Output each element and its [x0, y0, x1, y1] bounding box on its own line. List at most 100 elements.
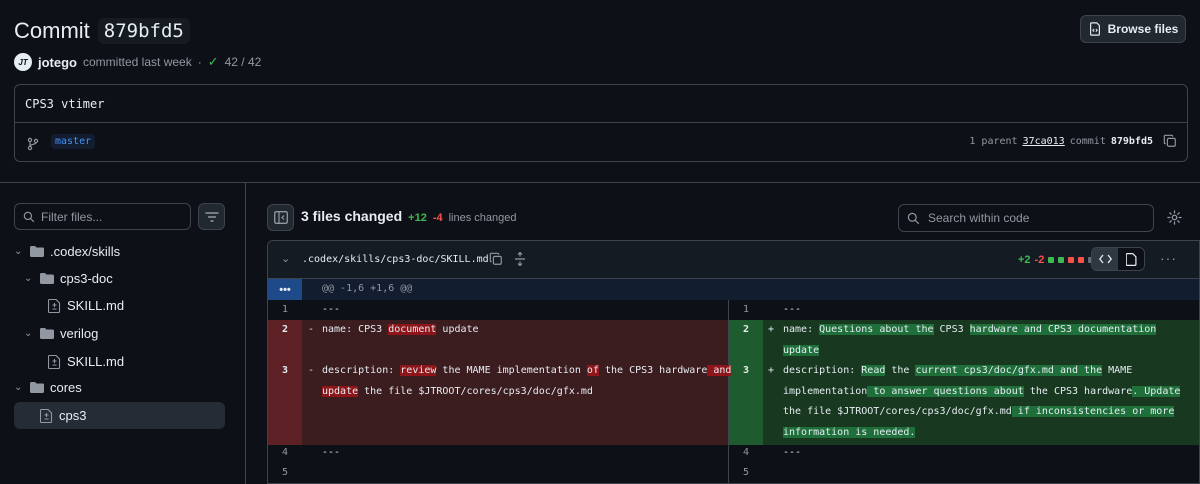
tree-file-cps3[interactable]: cps3 [14, 402, 225, 429]
search-within-code-input[interactable]: Search within code [898, 204, 1154, 232]
divider [0, 182, 1200, 183]
code-segment-changed: Read [861, 365, 886, 376]
code-segment-changed: to answer questions about [867, 386, 1024, 397]
diff-deletions: -2 [1034, 254, 1045, 266]
committed-text: committed last week [83, 55, 192, 69]
additions-count: +12 [408, 212, 427, 224]
folder-icon [40, 328, 54, 339]
code-segment: the CPS3 hardware [1023, 386, 1133, 397]
line-number[interactable]: 3 [282, 361, 288, 382]
commit-message: CPS3 vtimer [25, 97, 105, 111]
diffstat-block [1058, 257, 1065, 263]
copy-icon[interactable] [1163, 134, 1177, 148]
file-diff-icon [40, 408, 53, 423]
code-segment-changed: information is needed. [783, 427, 916, 438]
code-segment: name: [783, 324, 820, 335]
diff-file-header: ⌄ .codex/skills/cps3-doc/SKILL.md +2 -2 … [268, 241, 1199, 279]
deletions-count: -4 [432, 212, 443, 224]
page-title: Commit 879bfd5 [14, 16, 190, 46]
tree-folder-codex-skills[interactable]: ⌄ .codex/skills [14, 238, 120, 265]
tree-folder-verilog[interactable]: ⌄ verilog [24, 320, 98, 347]
tree-label: cps3-doc [60, 271, 113, 286]
line-number[interactable]: 4 [743, 443, 749, 464]
code-segment-changed: review [400, 365, 437, 376]
tree-file-skill-md[interactable]: SKILL.md [48, 348, 124, 375]
filter-icon [204, 211, 219, 222]
commit-label: commit [1069, 136, 1106, 147]
more-options-icon[interactable]: ··· [1160, 250, 1177, 266]
expand-hunk-button[interactable]: ••• [268, 279, 302, 300]
line-number[interactable]: 5 [282, 463, 288, 483]
chevron-down-icon[interactable]: ⌄ [281, 252, 290, 265]
diffstat-block [1068, 257, 1075, 263]
folder-icon [30, 246, 44, 257]
code-segment: description: [783, 365, 862, 376]
tree-label: cores [50, 380, 82, 395]
parent-label: 1 parent [969, 136, 1018, 147]
tree-label: cps3 [59, 408, 87, 423]
tree-label: SKILL.md [67, 298, 125, 313]
code-segment-changed: Questions about the [819, 324, 934, 335]
code-line: description: review the MAME implementat… [322, 361, 732, 382]
search-icon [23, 211, 35, 222]
gear-icon[interactable] [1167, 210, 1182, 225]
divider [245, 183, 246, 484]
file-diff-icon [48, 298, 61, 313]
parent-sha-link[interactable]: 37ca013 [1023, 136, 1065, 147]
code-line-wrap: the file $JTROOT/cores/cps3/doc/gfx.md i… [783, 402, 1175, 423]
diff-file-path[interactable]: .codex/skills/cps3-doc/SKILL.md [302, 254, 489, 265]
code-line-wrap: information is needed. [783, 423, 916, 444]
lines-changed-label: lines changed [448, 212, 517, 224]
diffstat: +2 -2 [1018, 254, 1095, 266]
code-line: --- [783, 447, 802, 458]
chevron-down-icon: ⌄ [14, 382, 23, 393]
line-number[interactable]: 3 [743, 361, 749, 382]
code-line-wrap: implementation to answer questions about… [783, 382, 1181, 403]
code-view-button[interactable] [1092, 248, 1118, 270]
code-segment: CPS3 [933, 324, 970, 335]
line-number[interactable]: 1 [282, 300, 288, 321]
branch-badge[interactable]: master [51, 134, 96, 149]
divider [15, 122, 1187, 123]
filter-files-input[interactable]: Filter files... [14, 203, 191, 230]
code-segment: the file $JTROOT/cores/cps3/doc/gfx.md [783, 406, 1012, 417]
expand-icon[interactable] [514, 252, 526, 266]
file-view-button[interactable] [1118, 248, 1144, 270]
avatar[interactable]: JT [14, 53, 32, 71]
checks-count[interactable]: 42 / 42 [225, 55, 262, 69]
code-segment: the file $JTROOT/cores/cps3/doc/gfx.md [358, 386, 593, 397]
check-icon[interactable]: ✓ [208, 54, 219, 70]
line-number[interactable]: 1 [743, 300, 749, 321]
tree-folder-cps3-doc[interactable]: ⌄ cps3-doc [24, 265, 113, 292]
file-diff-icon [48, 354, 61, 369]
tree-folder-cores[interactable]: ⌄ cores [14, 374, 82, 401]
folder-icon [30, 382, 44, 393]
commit-header: Commit 879bfd5 Browse files JT jotego co… [0, 0, 1200, 182]
code-segment-changed: document [388, 324, 437, 335]
code-segment: MAME [1102, 365, 1133, 376]
line-number[interactable]: 2 [282, 320, 288, 341]
code-segment: name: CPS3 [322, 324, 389, 335]
code-segment: update [436, 324, 479, 335]
tree-file-skill-md[interactable]: SKILL.md [48, 292, 124, 319]
line-number[interactable]: 4 [282, 443, 288, 464]
toggle-sidebar-button[interactable] [267, 204, 294, 231]
files-changed-count: 3 files changed [301, 208, 403, 224]
diffstat-block [1048, 257, 1055, 263]
copy-icon[interactable] [489, 252, 503, 266]
title-sha[interactable]: 879bfd5 [97, 18, 190, 44]
code-line: --- [322, 304, 341, 315]
line-number[interactable]: 2 [743, 320, 749, 341]
tree-label: SKILL.md [67, 354, 125, 369]
code-line: --- [322, 447, 341, 458]
filter-options-button[interactable] [198, 203, 225, 230]
code-line-wrap: update [783, 341, 820, 362]
chevron-down-icon: ⌄ [14, 246, 23, 257]
line-number[interactable]: 5 [743, 463, 749, 483]
code-segment-changed: of [586, 365, 599, 376]
author-link[interactable]: jotego [38, 55, 77, 70]
diff-additions: +2 [1018, 254, 1031, 266]
code-icon [1098, 254, 1112, 264]
diff-sign: + [768, 324, 775, 335]
browse-files-button[interactable]: Browse files [1080, 15, 1186, 43]
